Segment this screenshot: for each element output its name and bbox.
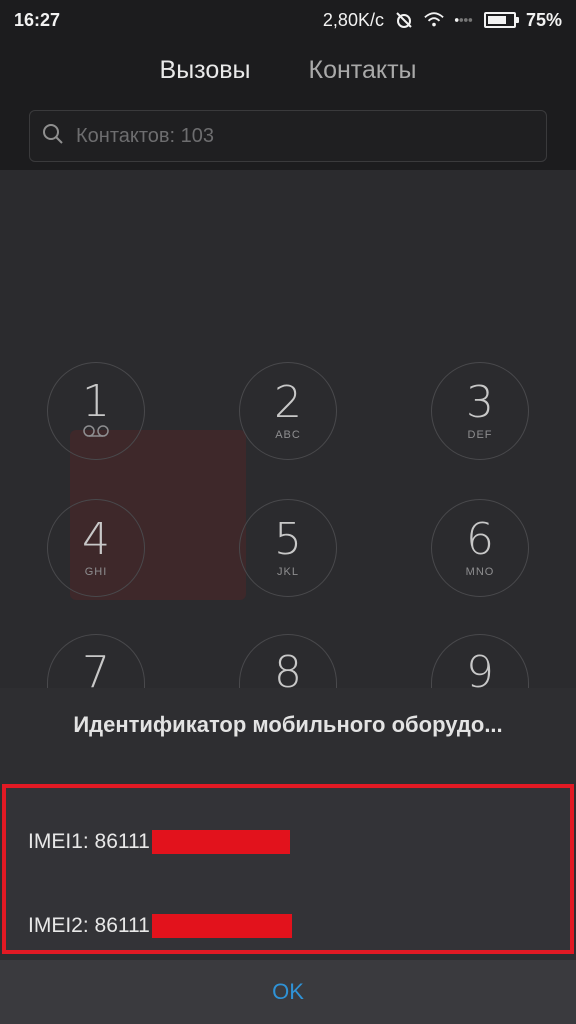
dial-letters: MNO — [465, 566, 495, 578]
imei1-text: IMEI1: 86111 — [28, 830, 150, 853]
dial-digit: 5 — [274, 514, 302, 565]
search-icon — [40, 121, 66, 152]
dial-digit: 1 — [82, 375, 110, 427]
dial-key-1[interactable]: 1 — [47, 362, 145, 460]
imei1-redaction — [151, 830, 290, 854]
status-bar: 16:27 2,80K/с 75% — [0, 0, 576, 40]
dial-digit: 3 — [466, 377, 494, 428]
battery-percent: 75% — [525, 9, 562, 30]
dial-key-2[interactable]: 2 ABC — [239, 362, 337, 460]
voicemail-icon — [83, 424, 109, 443]
ok-button[interactable]: OK — [0, 960, 576, 1024]
dial-key-6[interactable]: 6 MNO — [431, 499, 529, 597]
imei1-row: IMEI1: 86111 — [28, 830, 290, 854]
dial-letters: JKL — [277, 566, 299, 578]
imei2-text: IMEI2: 86111 — [28, 914, 150, 937]
imei2-redaction — [151, 914, 292, 938]
dial-key-5[interactable]: 5 JKL — [239, 499, 337, 597]
dial-letters: GHI — [84, 566, 108, 578]
battery-icon — [483, 12, 519, 28]
status-time: 16:27 — [14, 9, 61, 30]
imei2-row: IMEI2: 86111 — [28, 914, 292, 938]
dialog-title: Идентификатор мобильного оборудо... — [73, 712, 503, 737]
wifi-icon — [424, 10, 444, 30]
battery-fill — [487, 16, 506, 24]
search-bar[interactable] — [29, 110, 547, 162]
network-speed: 2,80K/с — [322, 9, 384, 30]
dial-digit: 2 — [274, 377, 302, 428]
dial-digit: 4 — [82, 514, 110, 565]
dial-key-3[interactable]: 3 DEF — [431, 362, 529, 460]
alarm-off-icon — [394, 10, 414, 30]
search-input[interactable] — [74, 123, 536, 149]
dial-letters: DEF — [467, 429, 493, 441]
imei-highlight-box: IMEI1: 86111 IMEI2: 86111 — [2, 784, 574, 954]
tab-contacts[interactable]: Контакты — [309, 52, 417, 92]
dial-digit: 6 — [466, 514, 494, 565]
status-right: 2,80K/с 75% — [323, 10, 562, 31]
tab-bar: Вызовы Контакты — [0, 52, 576, 92]
dial-letters: ABC — [275, 429, 301, 441]
dial-key-4[interactable]: 4 GHI — [47, 499, 145, 597]
signal-icon — [454, 10, 474, 30]
tab-calls[interactable]: Вызовы — [160, 52, 251, 92]
imei-dialog: Идентификатор мобильного оборудо... IMEI… — [0, 688, 576, 1024]
